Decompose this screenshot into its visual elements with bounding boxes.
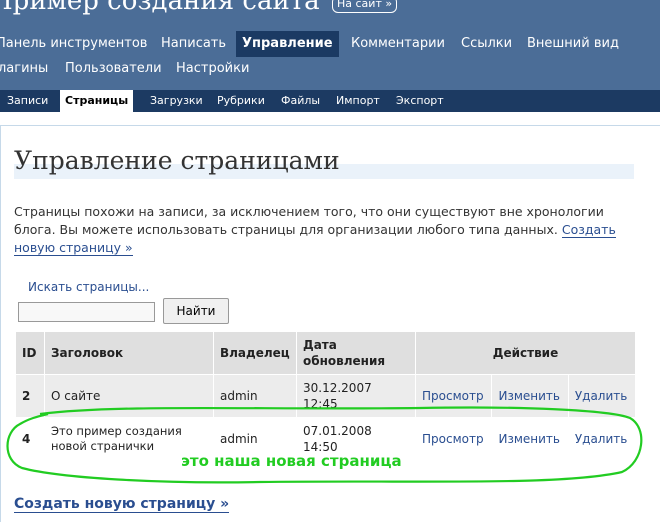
submenu-files[interactable]: Файлы [281,90,320,112]
column-date: Дата обновления [296,331,416,375]
menu-users[interactable]: Пользователи [65,56,162,82]
edit-link[interactable]: Изменить [498,432,560,446]
menu-plugins[interactable]: лагины [0,56,48,82]
page-title: Управление страницами [14,146,340,175]
search-pages-label[interactable]: Искать страницы... [28,280,149,294]
annotation-label: это наша новая страница [181,452,402,470]
view-link[interactable]: Просмотр [422,432,484,446]
column-owner: Владелец [213,331,297,375]
row-id: 4 [15,417,45,461]
menu-write[interactable]: Написать [161,31,226,57]
submenu-posts[interactable]: Записи [7,90,48,112]
search-button[interactable]: Найти [163,298,229,324]
table-row: 2 О сайте admin 30.12.2007 12:45 Просмот… [15,374,637,418]
submenu-export[interactable]: Экспорт [396,90,444,112]
submenu-uploads[interactable]: Загрузки [150,90,203,112]
menu-dashboard[interactable]: Панель инструментов [0,31,147,57]
row-date: 30.12.2007 12:45 [296,374,416,418]
delete-link[interactable]: Удалить [575,432,628,446]
menu-appearance[interactable]: Внешний вид [527,31,619,57]
menu-comments[interactable]: Комментарии [351,31,445,57]
column-title: Заголовок [44,331,214,375]
pages-table: ID Заголовок Владелец Дата обновления Де… [15,331,637,461]
column-id: ID [15,331,45,375]
edit-link[interactable]: Изменить [498,389,560,403]
sub-menu: Записи Страницы Загрузки Рубрики Файлы И… [0,90,660,114]
visit-site-button[interactable]: На сайт » [332,0,398,13]
view-link[interactable]: Просмотр [422,389,484,403]
menu-links[interactable]: Ссылки [461,31,512,57]
submenu-categories[interactable]: Рубрики [217,90,265,112]
admin-header: Пример создания сайта На сайт » Панель и… [0,0,660,114]
column-action: Действие [415,331,636,375]
table-header-row: ID Заголовок Владелец Дата обновления Де… [15,331,636,375]
create-page-link[interactable]: Создать новую страницу » [14,496,230,513]
intro-text: Страницы похожи на записи, за исключение… [14,204,604,237]
page-description: Страницы похожи на записи, за исключение… [14,203,644,257]
submenu-import[interactable]: Импорт [336,90,380,112]
site-title[interactable]: Пример создания сайта [0,0,320,16]
row-owner: admin [213,374,297,418]
menu-settings[interactable]: Настройки [176,56,249,82]
submenu-pages[interactable]: Страницы [60,90,134,114]
search-input[interactable] [18,302,155,322]
row-id: 2 [15,374,45,418]
delete-link[interactable]: Удалить [575,389,628,403]
row-title: О сайте [44,374,214,418]
menu-manage[interactable]: Управление [236,31,339,57]
